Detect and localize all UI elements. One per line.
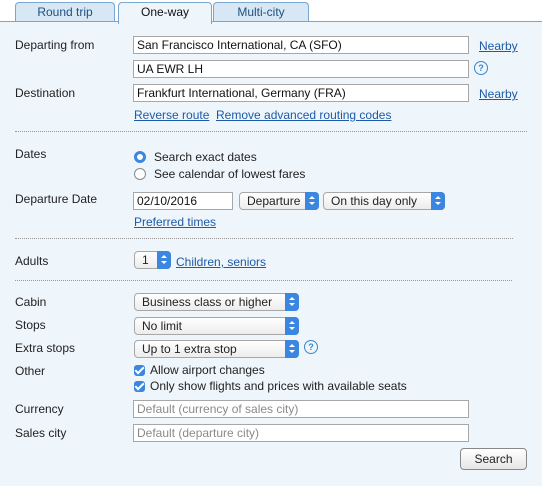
children-seniors-link[interactable]: Children, seniors xyxy=(176,255,266,269)
departure-date-input[interactable] xyxy=(133,192,233,210)
calendar-radio[interactable] xyxy=(134,168,146,180)
departing-from-label: Departing from xyxy=(15,38,95,52)
chevron-updown-icon xyxy=(305,192,319,210)
departure-date-label: Departure Date xyxy=(15,192,98,206)
adults-select[interactable]: 1 xyxy=(134,251,171,269)
extra-stops-select[interactable]: Up to 1 extra stop xyxy=(134,340,299,358)
day-option-select[interactable]: On this day only xyxy=(323,192,445,210)
search-button[interactable]: Search xyxy=(460,448,527,470)
chevron-updown-icon xyxy=(157,251,171,269)
chevron-updown-icon xyxy=(285,293,299,311)
cabin-value: Business class or higher xyxy=(142,295,273,309)
currency-label: Currency xyxy=(15,402,64,416)
only-available-checkbox[interactable] xyxy=(134,380,145,392)
routing-codes-input[interactable] xyxy=(133,60,469,78)
stops-label: Stops xyxy=(15,318,46,332)
sales-city-input[interactable] xyxy=(133,424,469,442)
extra-stops-help-icon[interactable]: ? xyxy=(304,340,318,354)
divider xyxy=(15,280,512,281)
remove-routing-link[interactable]: Remove advanced routing codes xyxy=(216,108,391,122)
calendar-option[interactable]: See calendar of lowest fares xyxy=(134,167,305,181)
adults-value: 1 xyxy=(142,253,149,267)
tab-one-way[interactable]: One-way xyxy=(118,2,212,24)
extra-stops-label: Extra stops xyxy=(15,341,76,355)
reverse-route-link[interactable]: Reverse route xyxy=(134,108,209,122)
allow-changes-label: Allow airport changes xyxy=(150,363,265,377)
only-available-option[interactable]: Only show flights and prices with availa… xyxy=(134,379,407,393)
chevron-updown-icon xyxy=(285,317,299,335)
divider xyxy=(15,238,513,239)
cabin-label: Cabin xyxy=(15,295,47,309)
nearby-departure-link[interactable]: Nearby xyxy=(479,39,518,53)
exact-dates-option[interactable]: Search exact dates xyxy=(134,150,257,164)
time-type-select[interactable]: Departure xyxy=(239,192,319,210)
stops-value: No limit xyxy=(142,319,183,333)
tab-multi-city[interactable]: Multi-city xyxy=(213,2,309,22)
exact-dates-radio[interactable] xyxy=(134,151,146,163)
nearby-destination-link[interactable]: Nearby xyxy=(479,87,518,101)
routing-help-icon[interactable]: ? xyxy=(474,61,488,75)
only-available-label: Only show flights and prices with availa… xyxy=(150,379,407,393)
calendar-label: See calendar of lowest fares xyxy=(154,167,306,181)
divider xyxy=(15,131,527,132)
flight-search-form: Round trip One-way Multi-city Departing … xyxy=(0,0,542,486)
day-option-value: On this day only xyxy=(331,194,418,208)
other-label: Other xyxy=(15,364,46,378)
stops-select[interactable]: No limit xyxy=(134,317,299,335)
adults-label: Adults xyxy=(15,254,49,268)
time-type-value: Departure xyxy=(247,194,301,208)
departing-from-input[interactable] xyxy=(133,36,469,54)
extra-stops-value: Up to 1 extra stop xyxy=(142,342,237,356)
destination-input[interactable] xyxy=(133,84,469,102)
dates-label: Dates xyxy=(15,147,47,161)
sales-city-label: Sales city xyxy=(15,426,67,440)
preferred-times-link[interactable]: Preferred times xyxy=(134,215,216,229)
destination-label: Destination xyxy=(15,86,76,100)
chevron-updown-icon xyxy=(285,340,299,358)
currency-input[interactable] xyxy=(133,400,469,418)
exact-dates-label: Search exact dates xyxy=(154,150,257,164)
chevron-updown-icon xyxy=(431,192,445,210)
allow-changes-checkbox[interactable] xyxy=(134,364,145,376)
cabin-select[interactable]: Business class or higher xyxy=(134,293,299,311)
tab-round-trip[interactable]: Round trip xyxy=(15,2,115,22)
allow-changes-option[interactable]: Allow airport changes xyxy=(134,363,265,377)
